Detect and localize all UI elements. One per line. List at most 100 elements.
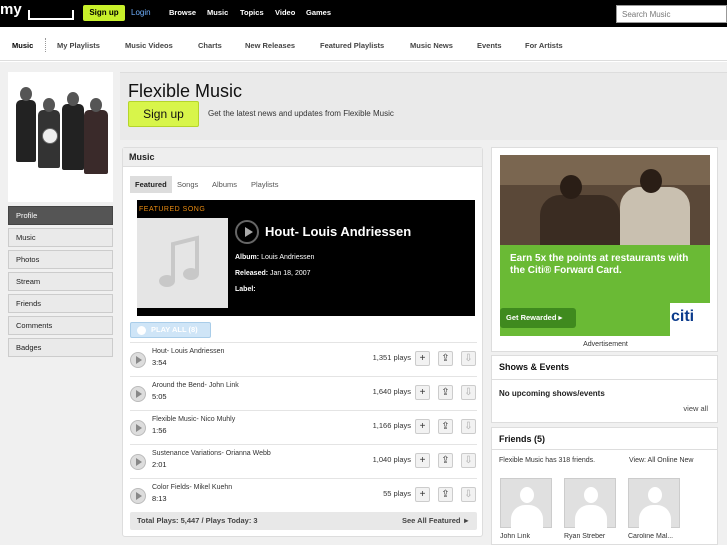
play-all-button[interactable]: PLAY ALL (8) xyxy=(130,322,211,338)
signup-button[interactable]: Sign up xyxy=(83,5,125,21)
ad-image[interactable] xyxy=(500,155,710,245)
citi-logo[interactable]: citi xyxy=(671,308,694,326)
play-icon[interactable] xyxy=(130,386,146,402)
play-icon[interactable] xyxy=(130,454,146,470)
play-icon[interactable] xyxy=(130,420,146,436)
subnav-music-news[interactable]: Music News xyxy=(410,41,453,50)
music-heading: Music xyxy=(123,148,482,167)
download-icon[interactable]: ⇩ xyxy=(461,419,476,434)
see-all-featured-link[interactable]: See All Featured ► xyxy=(402,512,470,530)
track-plays: 1,351 plays xyxy=(372,353,411,362)
tab-featured[interactable]: Featured xyxy=(130,176,172,193)
profile-nav-stream[interactable]: Stream xyxy=(8,272,113,291)
profile-nav-comments[interactable]: Comments xyxy=(8,316,113,335)
band-photo xyxy=(8,72,113,202)
tab-songs[interactable]: Songs xyxy=(172,176,203,193)
share-icon[interactable]: ⇪ xyxy=(438,385,453,400)
subnav-new-releases[interactable]: New Releases xyxy=(245,41,295,50)
avatar[interactable] xyxy=(564,478,616,529)
share-icon[interactable]: ⇪ xyxy=(438,351,453,366)
banner-subtitle: Get the latest news and updates from Fle… xyxy=(208,109,394,118)
track-plays: 1,166 plays xyxy=(372,421,411,430)
track-row: Hout- Louis Andriessen 3:54 1,351 plays … xyxy=(130,342,477,376)
add-icon[interactable]: + xyxy=(415,385,430,400)
banner-signup-button[interactable]: Sign up xyxy=(128,101,199,127)
nav-video[interactable]: Video xyxy=(275,8,295,17)
track-name[interactable]: Color Fields- Mikel Kuehn xyxy=(152,484,232,491)
subnav-featured-playlists[interactable]: Featured Playlists xyxy=(320,41,384,50)
profile-nav-profile[interactable]: Profile xyxy=(8,206,113,225)
track-name[interactable]: Sustenance Variations- Orianna Webb xyxy=(152,450,271,457)
track-duration: 5:05 xyxy=(152,392,167,401)
track-name[interactable]: Hout- Louis Andriessen xyxy=(152,348,224,355)
play-icon[interactable] xyxy=(130,488,146,504)
profile-nav-badges[interactable]: Badges xyxy=(8,338,113,357)
track-plays: 1,040 plays xyxy=(372,455,411,464)
featured-title[interactable]: Hout- Louis Andriessen xyxy=(265,224,411,239)
featured-label-info: Label: xyxy=(235,286,256,293)
subnav-charts[interactable]: Charts xyxy=(198,41,222,50)
friend-name[interactable]: Caroline Mal... xyxy=(628,533,688,540)
profile-nav-friends[interactable]: Friends xyxy=(8,294,113,313)
subnav-events[interactable]: Events xyxy=(477,41,502,50)
download-icon[interactable]: ⇩ xyxy=(461,385,476,400)
add-icon[interactable]: + xyxy=(415,487,430,502)
subnav-music-videos[interactable]: Music Videos xyxy=(125,41,173,50)
featured-label: FEATURED SONG xyxy=(139,206,206,213)
subnav-music[interactable]: Music xyxy=(12,41,33,50)
profile-sidebar: Profile Music Photos Stream Friends Comm… xyxy=(8,72,113,360)
music-module: Music Featured Songs Albums Playlists FE… xyxy=(122,147,483,537)
friends-heading: Friends (5) xyxy=(499,434,546,444)
no-shows-text: No upcoming shows/events xyxy=(499,389,605,398)
friend-name[interactable]: Ryan Streber xyxy=(564,533,624,540)
track-row: Sustenance Variations- Orianna Webb 2:01… xyxy=(130,444,477,478)
view-all-link[interactable]: view all xyxy=(683,404,708,413)
login-link[interactable]: Login xyxy=(131,8,151,17)
nav-browse[interactable]: Browse xyxy=(169,8,196,17)
profile-nav-photos[interactable]: Photos xyxy=(8,250,113,269)
avatar[interactable] xyxy=(628,478,680,529)
nav-topics[interactable]: Topics xyxy=(240,8,264,17)
track-row: Color Fields- Mikel Kuehn 8:13 55 plays … xyxy=(130,478,477,512)
get-rewarded-button[interactable]: Get Rewarded ▸ xyxy=(500,308,576,328)
track-plays: 1,640 plays xyxy=(372,387,411,396)
track-name[interactable]: Around the Bend- John Link xyxy=(152,382,239,389)
friends-count: Flexible Music has 318 friends. xyxy=(499,457,596,464)
tab-albums[interactable]: Albums xyxy=(207,176,242,193)
tab-playlists[interactable]: Playlists xyxy=(246,176,284,193)
subnav-for-artists[interactable]: For Artists xyxy=(525,41,563,50)
friends-module: Friends (5) Flexible Music has 318 frien… xyxy=(491,427,718,545)
featured-play-icon[interactable] xyxy=(235,220,259,244)
music-footer: Total Plays: 5,447 / Plays Today: 3 See … xyxy=(130,512,477,530)
page-title: Flexible Music xyxy=(128,81,243,101)
download-icon[interactable]: ⇩ xyxy=(461,453,476,468)
nav-music[interactable]: Music xyxy=(207,8,228,17)
ad-label: Advertisement xyxy=(583,341,628,348)
download-icon[interactable]: ⇩ xyxy=(461,351,476,366)
featured-album: Album: Louis Andriessen xyxy=(235,254,315,261)
music-subnav: Music My Playlists Music Videos Charts N… xyxy=(0,27,727,61)
download-icon[interactable]: ⇩ xyxy=(461,487,476,502)
track-duration: 3:54 xyxy=(152,358,167,367)
add-icon[interactable]: + xyxy=(415,351,430,366)
subnav-divider xyxy=(45,38,46,52)
play-icon[interactable] xyxy=(130,352,146,368)
track-duration: 1:56 xyxy=(152,426,167,435)
track-name[interactable]: Flexible Music- Nico Muhly xyxy=(152,416,235,423)
advertisement[interactable]: Earn 5x the points at restaurants with t… xyxy=(491,147,718,352)
share-icon[interactable]: ⇪ xyxy=(438,487,453,502)
ad-headline[interactable]: Earn 5x the points at restaurants with t… xyxy=(500,245,710,303)
add-icon[interactable]: + xyxy=(415,453,430,468)
subnav-my-playlists[interactable]: My Playlists xyxy=(57,41,100,50)
add-icon[interactable]: + xyxy=(415,419,430,434)
share-icon[interactable]: ⇪ xyxy=(438,419,453,434)
avatar[interactable] xyxy=(500,478,552,529)
total-plays: Total Plays: 5,447 / Plays Today: 3 xyxy=(137,516,258,525)
profile-nav-music[interactable]: Music xyxy=(8,228,113,247)
site-logo[interactable]: my xyxy=(0,1,75,21)
share-icon[interactable]: ⇪ xyxy=(438,453,453,468)
friends-view-filter[interactable]: View: All Online New xyxy=(629,457,693,464)
friend-name[interactable]: John Link xyxy=(500,533,560,540)
nav-games[interactable]: Games xyxy=(306,8,331,17)
search-input[interactable]: Search Music xyxy=(616,5,727,23)
